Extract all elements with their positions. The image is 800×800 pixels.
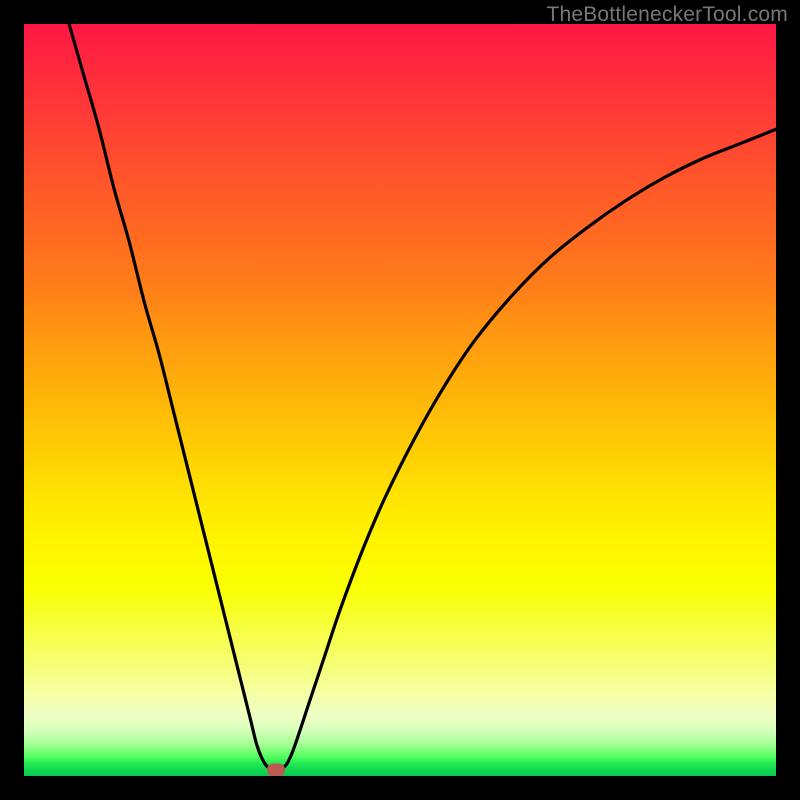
bottleneck-curve [24, 24, 776, 776]
chart-frame: TheBottleneckerTool.com [0, 0, 800, 800]
optimum-marker [267, 763, 285, 776]
plot-area [24, 24, 776, 776]
watermark-text: TheBottleneckerTool.com [546, 3, 788, 27]
